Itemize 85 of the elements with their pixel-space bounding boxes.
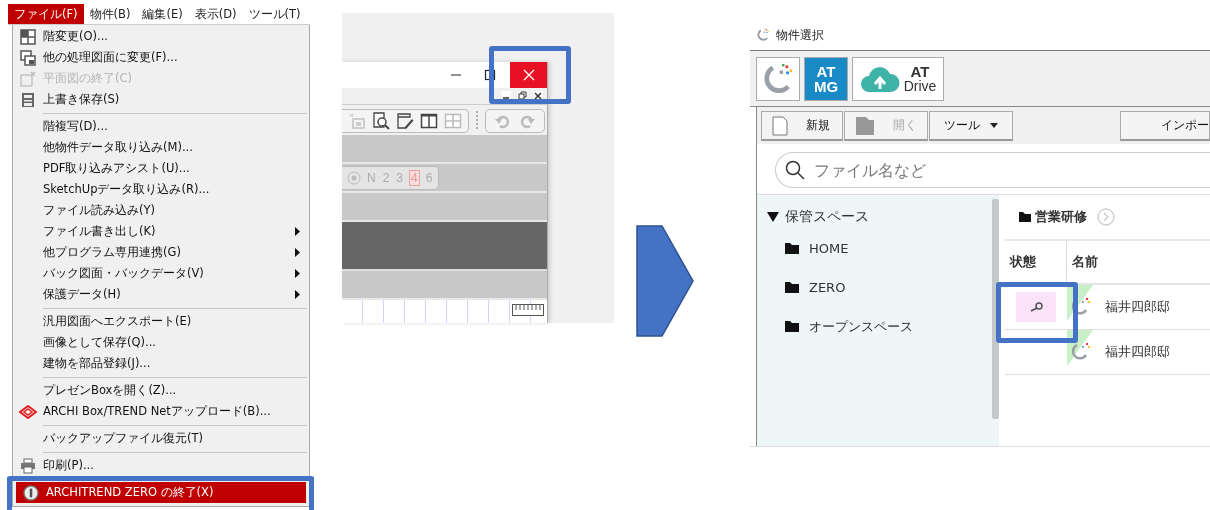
menu-bar-item[interactable]: ツール(T) (242, 4, 307, 24)
app-tile[interactable]: AT MG (804, 57, 848, 101)
menu-item[interactable]: ARCHITREND ZERO の終了(X) (16, 482, 306, 503)
cloud-upload-icon (859, 65, 900, 93)
ruler-icon[interactable] (512, 304, 544, 316)
tree-item[interactable]: HOME (757, 229, 999, 268)
tree-item[interactable]: ZERO (757, 268, 999, 307)
submenu-arrow-icon (295, 269, 300, 278)
caret-icon (990, 123, 998, 128)
chevron-circle-icon[interactable] (1097, 208, 1115, 226)
menu-item[interactable]: バック図面・バックデータ(V) (13, 263, 309, 284)
page-magnifier-icon[interactable] (372, 112, 390, 130)
toolbar-button[interactable]: 新規 (761, 111, 843, 141)
menu-item[interactable]: 建物を部品登録(J)... (13, 353, 309, 374)
menu-item[interactable]: 汎用図面へエクスポート(E) (13, 311, 309, 332)
menu-item[interactable]: 他の処理図面に変更(F)... (13, 47, 309, 68)
search-field[interactable]: ファイル名など (775, 152, 1210, 188)
logo-tile[interactable] (756, 57, 800, 101)
menu-item[interactable]: 他物件データ取り込み(M)... (13, 137, 309, 158)
page-pencil-icon[interactable] (396, 112, 414, 130)
window-x-icon (20, 70, 36, 87)
page-icon (855, 115, 875, 136)
menu-bar-item[interactable]: ファイル(F) (8, 4, 84, 24)
window-title: 物件選択 (776, 26, 824, 44)
radio-target-icon[interactable] (347, 170, 361, 185)
diamond-logo-icon (19, 404, 37, 419)
tree-item[interactable]: オープンスペース (757, 307, 999, 346)
circle-bar-icon (23, 484, 39, 501)
menu-bar-item[interactable]: 編集(E) (136, 4, 189, 24)
menu-item[interactable]: SketchUpデータ取り込み(R)... (13, 179, 309, 200)
undo-icon[interactable] (494, 113, 510, 129)
menu-item[interactable]: 画像として保存(Q)... (13, 332, 309, 353)
menu-item[interactable]: 他プログラム専用連携(G) (13, 242, 309, 263)
file-name[interactable]: 福井四郎邸 (1105, 343, 1170, 361)
file-name[interactable]: 福井四郎邸 (1105, 298, 1170, 316)
key-icon (1029, 302, 1043, 312)
menu-item[interactable]: ファイル書き出し(K) (13, 221, 309, 242)
menu-item[interactable]: バックアップファイル復元(T) (13, 428, 309, 449)
menu-item[interactable]: ARCHI Box/TREND Netアップロード(B)... (13, 401, 309, 422)
submenu-arrow-icon (295, 290, 300, 299)
app-tile[interactable]: AT Drive (852, 57, 944, 101)
layers-icon[interactable] (348, 112, 366, 130)
menu-bar-item[interactable]: 物件(B) (83, 4, 137, 24)
redo-icon[interactable] (520, 113, 536, 129)
restore-icon[interactable] (517, 91, 527, 101)
column-header[interactable]: 状態 (1005, 241, 1067, 283)
logo-icon (761, 62, 795, 96)
close-icon (522, 69, 535, 81)
columns-icon[interactable] (420, 112, 438, 130)
menu-item[interactable]: 印刷(P)... (13, 455, 309, 476)
file-ring-icon (1067, 285, 1093, 321)
search-icon (785, 160, 805, 180)
close-icon[interactable] (533, 91, 543, 101)
folder-icon (785, 282, 799, 293)
menu-item[interactable]: 階複写(D)... (13, 116, 309, 137)
windows-icon (20, 49, 36, 66)
menu-item[interactable]: 保護データ(H) (13, 284, 309, 305)
menu-item[interactable]: ファイル読み込み(Y) (13, 200, 309, 221)
close-button[interactable] (510, 62, 547, 88)
page-icon (772, 115, 788, 136)
toolbar-button[interactable]: インポー (1120, 111, 1210, 141)
scrollbar[interactable] (992, 199, 999, 419)
grip-icon[interactable] (475, 110, 479, 132)
menu-item[interactable]: プレゼンBoxを開く(Z)... (13, 380, 309, 401)
menu-item[interactable]: PDF取り込みアシスト(U)... (13, 158, 309, 179)
minimize-icon[interactable] (501, 91, 511, 101)
submenu-arrow-icon (295, 227, 300, 236)
toolbar-button[interactable]: ツール (929, 111, 1013, 141)
menu-item[interactable]: 階変更(O)... (13, 26, 309, 47)
grid-icon[interactable] (444, 112, 462, 130)
printer-icon (20, 457, 36, 474)
column-header[interactable]: 名前 (1067, 241, 1098, 283)
menu-item[interactable]: 上書き保存(S) (13, 89, 309, 110)
menu-bar-item[interactable]: 表示(D) (188, 4, 243, 24)
submenu-arrow-icon (295, 248, 300, 257)
folder-icon (785, 243, 799, 254)
maximize-icon[interactable] (484, 69, 496, 81)
logo-icon (756, 28, 770, 42)
folder-icon (785, 321, 799, 332)
tree-item[interactable]: 保管スペース (757, 205, 999, 229)
file-ring-icon (1067, 330, 1093, 366)
folder-icon (1019, 212, 1031, 222)
collapse-triangle-icon (767, 211, 779, 223)
breadcrumb-item[interactable]: 営業研修 (1019, 208, 1087, 226)
grid-icon (20, 28, 36, 45)
